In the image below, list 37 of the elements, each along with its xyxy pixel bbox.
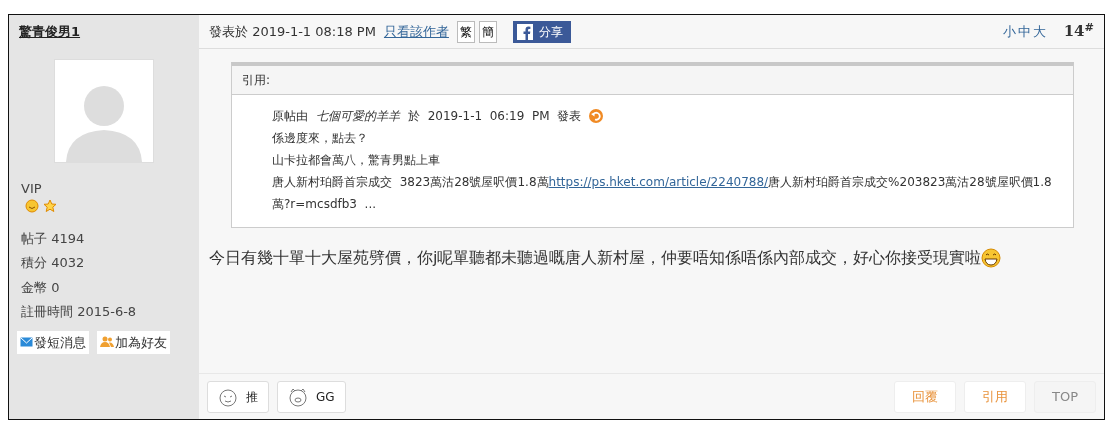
user-stat: 金幣 0 (21, 278, 61, 297)
article-link[interactable]: https://ps.hket.com/article/2240788/ (548, 175, 769, 189)
quote-line: 唐人新村珀爵首宗成交 3823萬沽28號屋呎價1.8萬https://ps.hket.com/article/2240788/唐人新村珀爵首宗成交%203823萬沽28號屋呎價1.8萬?r=mcsdfb3 ... (272, 174, 1053, 213)
font-size-link[interactable]: 中 (1017, 21, 1033, 42)
smiley-icon (25, 198, 39, 213)
smiley-icon (218, 386, 238, 407)
grin-emoji-icon (981, 248, 1002, 268)
like-button[interactable]: 推 (207, 380, 269, 413)
font-size-link[interactable]: 小 (1002, 21, 1018, 42)
quote-line: 山卡拉都會萬八，驚青男點上車 (272, 152, 441, 169)
quote-line: 係邊度來，點去？ (272, 130, 369, 147)
user-stat: 註冊時間 2015-6-8 (21, 303, 138, 321)
font-size-link[interactable]: 大 (1032, 21, 1048, 42)
quote-byline-prefix: 原帖由 (272, 108, 308, 125)
gg-button[interactable]: GG (277, 380, 346, 413)
script-button[interactable]: 簡 (478, 20, 497, 43)
floor-number: 14$^{#}$ (1063, 20, 1094, 43)
user-rank: VIP (21, 180, 43, 198)
author-only-link[interactable]: 只看該作者 (383, 21, 449, 42)
user-stat: 帖子 4194 (21, 229, 86, 248)
script-button[interactable]: 繁 (456, 20, 475, 43)
back-arrow-icon[interactable] (589, 109, 604, 123)
quote-title: 引用: (232, 66, 1073, 95)
quote-byline-date: 於 2019-1-1 06:19 PM 發表 (408, 108, 582, 125)
add-friend-button[interactable]: 加為好友 (97, 330, 170, 354)
post-date: 發表於 2019-1-1 08:18 PM (209, 22, 376, 41)
share-button[interactable]: 分享 (512, 20, 571, 43)
star-icon (43, 198, 57, 213)
username-link[interactable]: 驚青俊男1 (9, 15, 199, 49)
quote-author: 七個可愛的羊羊 (316, 108, 400, 125)
facebook-icon (516, 23, 533, 40)
pig-icon (288, 386, 308, 407)
envelope-icon (20, 337, 33, 348)
user-stat: 積分 4032 (21, 254, 86, 272)
message-button[interactable]: 發短消息 (17, 330, 89, 354)
post-text: 今日有幾十單十大屋苑劈價，你j呢單聽都未聽過嘅唐人新村屋，仲要唔知係唔係內部成交，好心你接受現實啦 (209, 247, 982, 269)
people-icon (100, 336, 114, 349)
